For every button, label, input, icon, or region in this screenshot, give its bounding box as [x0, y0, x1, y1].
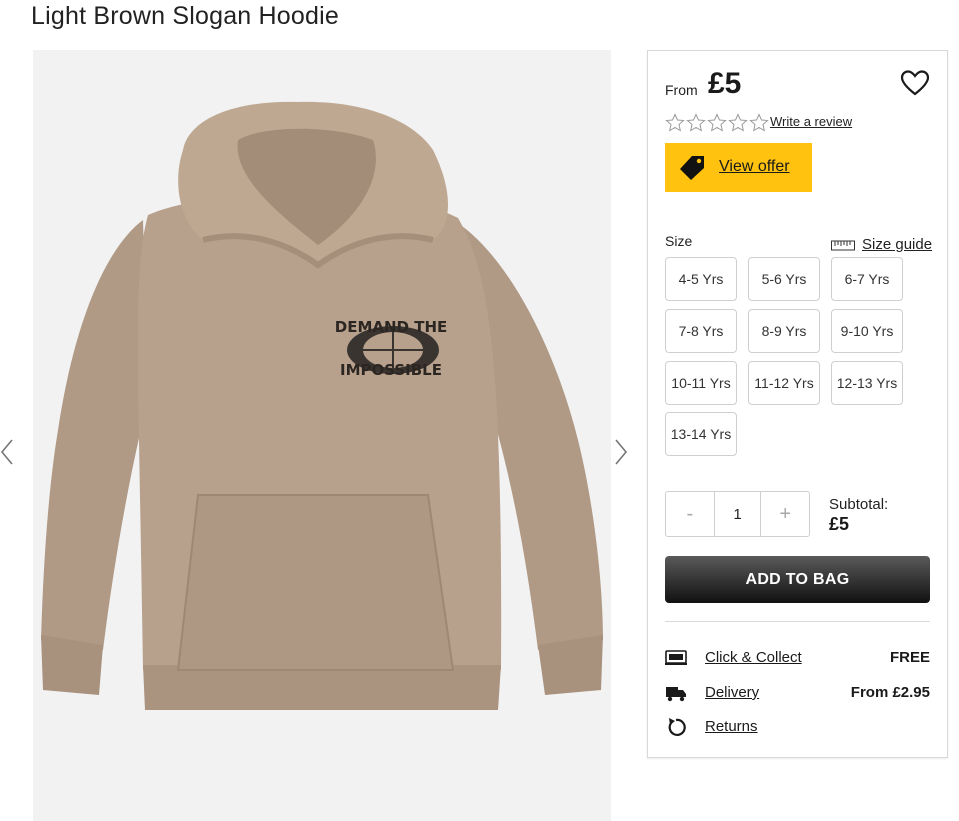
click-collect-price: FREE [889, 649, 930, 666]
chevron-left-icon [0, 439, 13, 465]
returns-link[interactable]: Returns [705, 718, 758, 735]
hoodie-illustration: DEMAND THE IMPOSSIBLE [33, 50, 611, 821]
divider [665, 621, 930, 622]
price-from-label: From [665, 82, 698, 98]
product-image: DEMAND THE IMPOSSIBLE [33, 50, 611, 821]
size-option[interactable]: 4-5 Yrs [665, 257, 737, 301]
size-option[interactable]: 5-6 Yrs [748, 257, 820, 301]
click-collect-icon [665, 650, 687, 665]
rating-stars [665, 113, 769, 132]
delivery-link[interactable]: Delivery [705, 684, 759, 701]
product-title: Light Brown Slogan Hoodie [31, 2, 339, 30]
size-option[interactable]: 12-13 Yrs [831, 361, 903, 405]
quantity-input[interactable]: 1 [713, 492, 762, 536]
star-empty-icon [665, 113, 685, 132]
size-label: Size [665, 233, 693, 249]
delivery-row: Delivery From £2.95 [665, 683, 930, 705]
ruler-icon [831, 240, 855, 250]
delivery-price: From £2.95 [850, 684, 930, 701]
quantity-decrease-button[interactable]: - [666, 492, 714, 536]
quantity-stepper: - 1 + [665, 491, 810, 537]
star-empty-icon [707, 113, 727, 132]
size-guide-link[interactable]: Size guide [831, 236, 932, 253]
star-empty-icon [728, 113, 748, 132]
size-option[interactable]: 10-11 Yrs [665, 361, 737, 405]
view-offer-button[interactable]: View offer [665, 143, 812, 192]
gallery-prev-button[interactable] [0, 437, 20, 467]
click-collect-link[interactable]: Click & Collect [705, 649, 802, 666]
star-empty-icon [749, 113, 769, 132]
quantity-increase-button[interactable]: + [761, 492, 809, 536]
heart-icon [900, 70, 930, 96]
size-option[interactable]: 6-7 Yrs [831, 257, 903, 301]
click-collect-row: Click & Collect FREE [665, 648, 930, 670]
gallery-next-button[interactable] [614, 437, 634, 467]
subtotal-label: Subtotal: [829, 496, 889, 513]
size-option[interactable]: 9-10 Yrs [831, 309, 903, 353]
tag-icon [680, 156, 704, 180]
price: £5 [708, 67, 742, 100]
wishlist-button[interactable] [900, 69, 930, 97]
add-to-bag-button[interactable]: ADD TO BAG [665, 556, 930, 603]
subtotal-value: £5 [829, 514, 850, 534]
chevron-right-icon [615, 439, 628, 465]
logo-slogan-top: DEMAND THE [335, 318, 448, 336]
purchase-panel: From £5 Write a review View offer Size S… [647, 50, 948, 758]
size-option[interactable]: 13-14 Yrs [665, 412, 737, 456]
star-empty-icon [686, 113, 706, 132]
delivery-truck-icon [666, 687, 686, 702]
returns-icon [668, 718, 686, 736]
size-guide-label: Size guide [862, 236, 933, 253]
view-offer-label: View offer [719, 158, 790, 175]
logo-slogan-bottom: IMPOSSIBLE [340, 361, 442, 379]
size-option[interactable]: 7-8 Yrs [665, 309, 737, 353]
size-option[interactable]: 8-9 Yrs [748, 309, 820, 353]
write-review-link[interactable]: Write a review [770, 114, 852, 129]
size-option[interactable]: 11-12 Yrs [748, 361, 820, 405]
returns-row: Returns [665, 717, 930, 739]
